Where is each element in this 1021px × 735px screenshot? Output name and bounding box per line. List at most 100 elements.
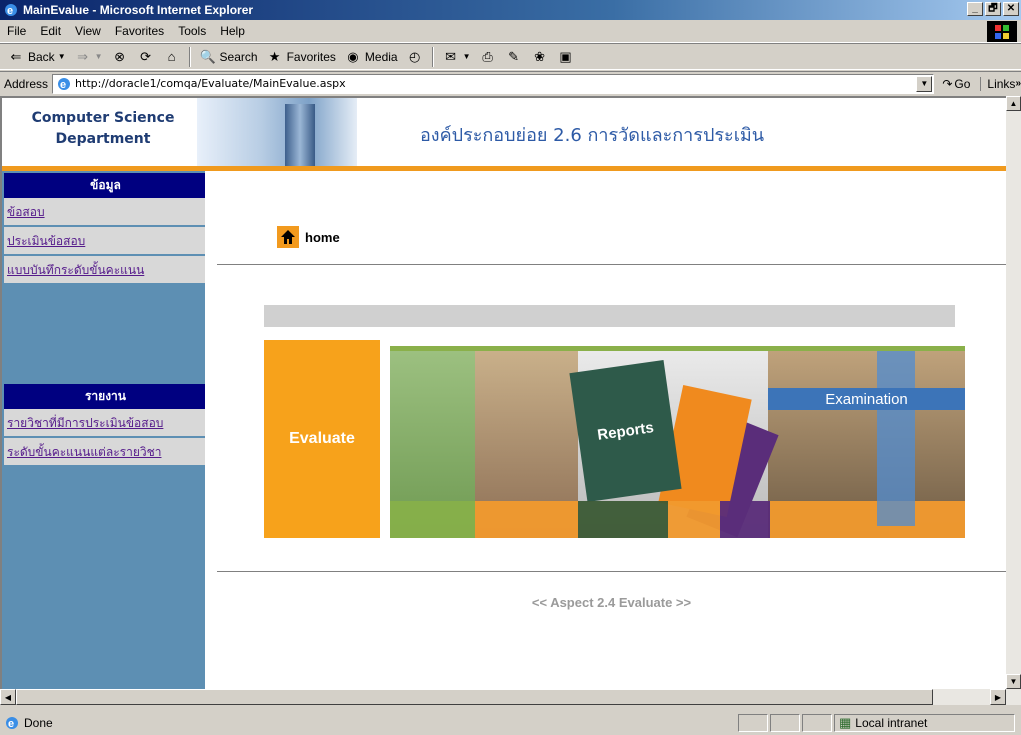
menu-bar: File Edit View Favorites Tools Help xyxy=(0,20,1021,43)
department-text: Computer Science Department xyxy=(31,110,175,147)
sidebar-link-course-grades[interactable]: ระดับขั้นคะแนนแต่ละรายวิชา xyxy=(4,438,207,467)
stop-button[interactable]: ⊗ xyxy=(108,46,132,68)
back-button[interactable]: ⇐ Back ▼ xyxy=(4,46,69,68)
toolbar-separator xyxy=(431,46,434,67)
forward-button[interactable]: ⇒ ▼ xyxy=(71,46,106,68)
mail-dropdown-icon[interactable]: ▼ xyxy=(463,52,471,61)
evaluate-block[interactable]: Evaluate xyxy=(264,340,380,538)
page-icon: e xyxy=(58,77,71,91)
favorites-label: Favorites xyxy=(286,49,336,64)
media-button[interactable]: ◉ Media xyxy=(341,46,401,68)
address-label: Address xyxy=(4,76,49,91)
status-message: e Done xyxy=(0,715,736,731)
scroll-up-icon[interactable]: ▲ xyxy=(1006,96,1021,111)
sidebar-section-data-title: ข้อมูล xyxy=(4,173,207,198)
media-icon: ◉ xyxy=(347,48,359,64)
home-icon xyxy=(277,226,299,248)
back-arrow-icon: ⇐ xyxy=(10,48,22,64)
address-bar: Address e ▼ ↷ Go Links » xyxy=(0,71,1021,95)
go-arrow-icon: ↷ xyxy=(942,76,953,91)
divider-bottom xyxy=(217,571,1006,572)
status-bar: e Done ▦ Local intranet xyxy=(0,711,1021,735)
address-input[interactable] xyxy=(75,77,896,90)
favorites-button[interactable]: ★ Favorites xyxy=(263,46,339,68)
refresh-button[interactable]: ⟳ xyxy=(134,46,158,68)
menu-tools[interactable]: Tools xyxy=(171,24,213,38)
svg-text:e: e xyxy=(7,5,13,17)
department-name: Computer Science Department xyxy=(16,108,190,150)
discuss-button[interactable]: ❀ xyxy=(528,46,552,68)
collage-examination-band: Examination xyxy=(768,388,965,410)
address-dropdown-icon[interactable]: ▼ xyxy=(916,75,933,92)
history-button[interactable]: ◴ xyxy=(403,46,427,68)
vertical-scrollbar[interactable]: ▲ ▼ xyxy=(1006,96,1021,689)
scroll-right-icon[interactable]: ▶ xyxy=(990,689,1006,705)
collage-bottom-dark xyxy=(578,501,668,538)
zone-label: Local intranet xyxy=(855,716,928,730)
edit-icon: ✎ xyxy=(508,48,519,64)
links-chevron-icon[interactable]: » xyxy=(1015,78,1021,89)
discuss-icon: ❀ xyxy=(534,48,545,64)
intranet-icon: ▦ xyxy=(839,715,852,730)
mail-icon: ✉ xyxy=(445,48,457,64)
print-button[interactable]: ⎙ xyxy=(476,46,500,68)
back-label: Back xyxy=(28,49,55,64)
sidebar-link-grade-record[interactable]: แบบบันทึกระดับขั้นคะแนน xyxy=(4,256,207,285)
printer-icon: ⎙ xyxy=(482,48,493,64)
scroll-left-icon[interactable]: ◀ xyxy=(0,689,16,705)
status-pane-3 xyxy=(802,714,832,732)
search-button[interactable]: 🔍 Search xyxy=(196,46,261,68)
address-field[interactable]: e ▼ xyxy=(52,73,935,94)
scroll-down-icon[interactable]: ▼ xyxy=(1006,674,1021,689)
banner-image xyxy=(197,98,357,166)
back-dropdown-icon[interactable]: ▼ xyxy=(58,52,66,61)
menu-edit[interactable]: Edit xyxy=(33,24,68,38)
window-title-bar[interactable]: e MainEvalue - Microsoft Internet Explor… xyxy=(0,0,1021,20)
building-graphic xyxy=(285,104,315,166)
messenger-button[interactable]: ▣ xyxy=(554,46,578,68)
status-page-icon: e xyxy=(6,717,18,730)
menu-favorites[interactable]: Favorites xyxy=(108,24,171,38)
media-label: Media xyxy=(364,49,398,64)
sidebar-link-exam-evaluation[interactable]: ประเมินข้อสอบ xyxy=(4,227,207,256)
home-link[interactable]: home xyxy=(277,226,340,248)
standard-toolbar: ⇐ Back ▼ ⇒ ▼ ⊗ ⟳ ⌂ 🔍 Search ★ Favorites … xyxy=(0,43,1021,70)
stop-icon: ⊗ xyxy=(114,48,125,64)
svg-text:e: e xyxy=(60,79,66,91)
maximize-button[interactable]: 🗗 xyxy=(985,2,1001,16)
menu-help[interactable]: Help xyxy=(213,24,252,38)
collage-bottom-green xyxy=(390,501,475,538)
aspect-nav-label[interactable]: << Aspect 2.4 Evaluate >> xyxy=(217,595,1006,610)
horizontal-scrollbar[interactable]: ◀ ▶ xyxy=(0,689,1021,705)
horizontal-scroll-thumb[interactable] xyxy=(16,689,933,705)
toolbar-separator xyxy=(188,46,191,67)
forward-dropdown-icon[interactable]: ▼ xyxy=(95,52,103,61)
house-icon: ⌂ xyxy=(167,49,176,64)
sidebar-link-exam[interactable]: ข้อสอบ xyxy=(4,198,207,227)
edit-button[interactable]: ✎ xyxy=(502,46,526,68)
minimize-button[interactable]: _ xyxy=(967,2,983,16)
collage-bottom-purple xyxy=(720,501,770,538)
menu-file[interactable]: File xyxy=(0,24,33,38)
close-button[interactable]: ✕ xyxy=(1003,2,1019,16)
sidebar-link-evaluated-courses[interactable]: รายวิชาที่มีการประเมินข้อสอบ xyxy=(4,409,207,438)
internet-explorer-icon: e xyxy=(5,4,17,17)
window-title: MainEvalue - Microsoft Internet Explorer xyxy=(23,3,254,17)
sidebar-section-report-title: รายงาน xyxy=(4,384,207,409)
menu-view[interactable]: View xyxy=(68,24,108,38)
home-button[interactable]: ⌂ xyxy=(160,46,184,68)
mail-button[interactable]: ✉ ▼ xyxy=(439,46,474,68)
svg-text:e: e xyxy=(8,718,14,730)
page-viewport: Computer Science Department องค์ประกอบย่… xyxy=(0,96,1006,689)
go-label: Go xyxy=(954,76,971,91)
collage-blue-post xyxy=(877,351,915,526)
links-button[interactable]: Links xyxy=(980,76,1015,91)
home-label: home xyxy=(305,229,340,245)
header-title: องค์ประกอบย่อย 2.6 การวัดและการประเมิน xyxy=(420,125,765,146)
go-button[interactable]: ↷ Go xyxy=(942,77,970,91)
history-icon: ◴ xyxy=(408,48,421,64)
windows-logo-icon xyxy=(987,21,1017,42)
search-icon: 🔍 xyxy=(199,48,216,64)
page-header: Computer Science Department องค์ประกอบย่… xyxy=(2,98,1006,166)
